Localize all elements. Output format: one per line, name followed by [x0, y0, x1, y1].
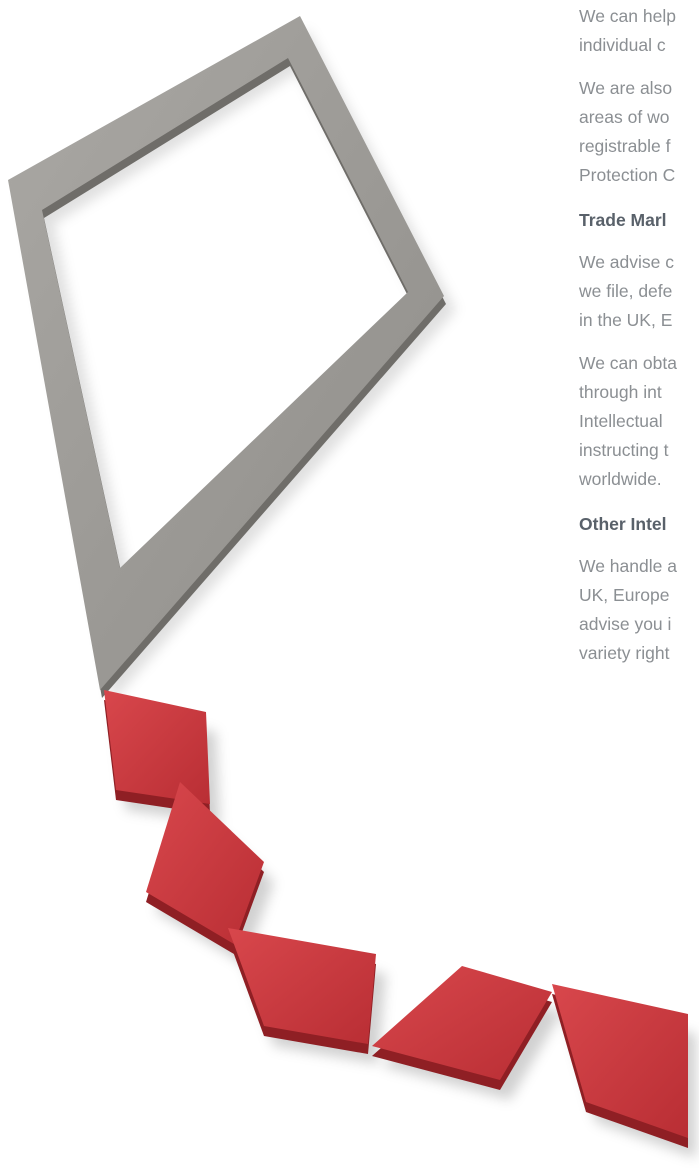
section-heading-other: Other Intel [579, 514, 667, 534]
paragraph-line: worldwide. [579, 469, 662, 489]
paragraph-line: advise you i [579, 614, 672, 634]
tail-diamond-3 [228, 928, 376, 1044]
paragraph-line: We can obta [579, 353, 677, 373]
paragraph-line: individual c [579, 35, 666, 55]
paragraph-line: We can help [579, 6, 676, 26]
paragraph-line: Protection C [579, 165, 676, 185]
paragraph-line: Intellectual [579, 411, 663, 431]
tail-diamond-1 [104, 690, 210, 804]
paragraph-line: variety right [579, 643, 670, 663]
paragraph-line: we file, defe [579, 281, 673, 301]
paragraph-line: UK, Europe [579, 585, 670, 605]
text-column: We can help individual c We are also are… [579, 0, 699, 668]
paragraph-line: in the UK, E [579, 310, 673, 330]
paragraph-line: We are also [579, 78, 673, 98]
paragraph-line: instructing t [579, 440, 669, 460]
paragraph-line: areas of wo [579, 107, 670, 127]
paragraph-line: We advise c [579, 252, 674, 272]
section-heading-trade-marks: Trade Marl [579, 210, 667, 230]
paragraph-line: through int [579, 382, 662, 402]
paragraph-line: We handle a [579, 556, 677, 576]
paragraph-line: registrable f [579, 136, 671, 156]
